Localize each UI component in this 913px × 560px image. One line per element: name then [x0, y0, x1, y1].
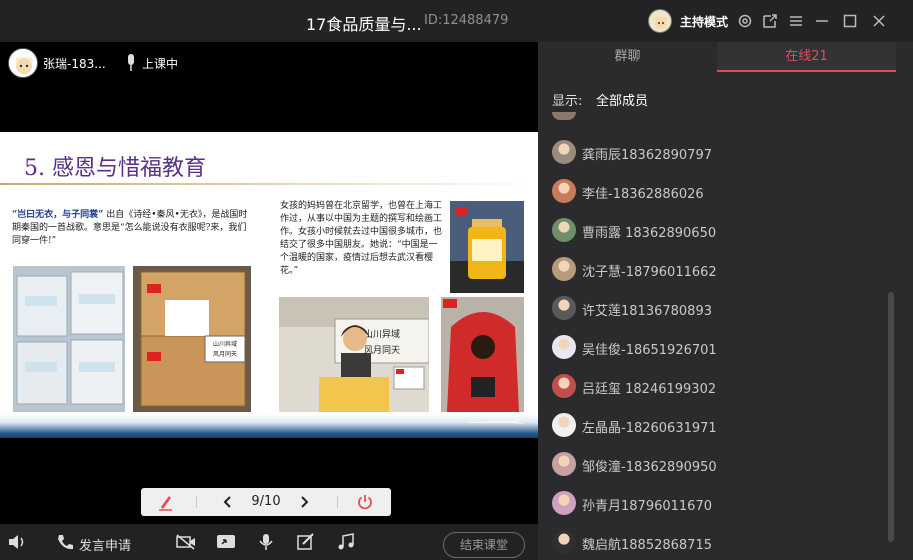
maximize-icon[interactable] — [842, 13, 858, 29]
host-mode-label[interactable]: 主持模式 — [680, 13, 728, 30]
member-list-item[interactable]: 吴佳俊-18651926701 — [552, 335, 872, 361]
music-icon[interactable] — [336, 533, 356, 551]
settings-icon[interactable] — [737, 13, 753, 29]
member-name: 吕廷玺 18246199302 — [582, 382, 717, 397]
member-name: 吴佳俊-18651926701 — [582, 343, 717, 358]
airplane-icon — [468, 418, 524, 424]
menu-icon[interactable] — [788, 13, 804, 29]
class-status: 上课中 — [142, 57, 179, 71]
member-list-item[interactable]: 吕廷玺 18246199302 — [552, 374, 872, 400]
bottom-toolbar: 发言申请 结束课堂 — [0, 524, 538, 560]
member-avatar — [552, 452, 576, 476]
svg-text:山川异域: 山川异域 — [364, 328, 400, 340]
member-avatar — [552, 140, 576, 164]
member-name: 左晶晶-18260631971 — [582, 421, 717, 436]
member-name: 魏启航18852868715 — [582, 538, 712, 553]
previous-page-icon[interactable] — [221, 488, 235, 516]
member-avatar — [552, 335, 576, 359]
member-list-item[interactable]: 孙青月18796011670 — [552, 491, 872, 517]
tab-online[interactable]: 在线21 — [717, 42, 896, 72]
member-list-item[interactable]: 曹雨露 18362890650 — [552, 218, 872, 244]
slide-pager: 9/10 — [141, 488, 391, 516]
member-list-item[interactable]: 邹俊潼-18362890950 — [552, 452, 872, 478]
photo-honey-jar — [450, 201, 524, 293]
microphone-toolbar-icon[interactable] — [256, 533, 276, 551]
member-avatar — [552, 491, 576, 515]
room-id: ID:12488479 — [424, 13, 509, 28]
member-list-item[interactable]: 李佳-18362886026 — [552, 179, 872, 205]
pen-icon[interactable] — [155, 488, 177, 516]
end-class-button[interactable]: 结束课堂 — [443, 532, 525, 558]
member-list-item[interactable]: 龚雨辰18362890797 — [552, 140, 872, 166]
member-name: 孙青月18796011670 — [582, 499, 712, 514]
edit-icon[interactable] — [296, 533, 316, 551]
scrollbar[interactable] — [888, 292, 894, 542]
camera-off-icon[interactable] — [176, 533, 196, 551]
member-list-item[interactable]: 左晶晶-18260631971 — [552, 413, 872, 439]
member-avatar — [552, 179, 576, 203]
screen-share-icon[interactable] — [216, 533, 236, 551]
member-name: 龚雨辰18362890797 — [582, 148, 712, 163]
page-indicator: 9/10 — [251, 494, 281, 509]
slide: 5. 感恩与惜福教育 “岂曰无衣，与子同裳” 出自《诗经•秦风•无衣》，是战国时… — [0, 132, 538, 438]
member-name: 曹雨露 18362890650 — [582, 226, 717, 241]
member-name: 李佳-18362886026 — [582, 187, 704, 202]
photo-supply-boxes — [13, 266, 125, 412]
member-avatar — [552, 218, 576, 242]
member-list-item[interactable]: 沈子慧-18796011662 — [552, 257, 872, 283]
photo-booth: 山川异域 风月同天 — [279, 297, 429, 412]
next-page-icon[interactable] — [297, 488, 311, 516]
member-avatar — [552, 374, 576, 398]
slide-footer-wave — [0, 414, 538, 438]
member-avatar — [552, 413, 576, 437]
filter-label: 显示: — [552, 94, 583, 109]
speaker-icon[interactable] — [7, 533, 27, 551]
svg-text:风月同天: 风月同天 — [213, 351, 237, 358]
presenter-avatar — [8, 48, 38, 78]
svg-text:山川异域: 山川异域 — [213, 340, 237, 348]
power-icon[interactable] — [356, 488, 374, 516]
member-name: 沈子慧-18796011662 — [582, 265, 717, 280]
photo-girl-red — [441, 297, 524, 412]
apply-speak-button[interactable]: 发言申请 — [79, 535, 131, 554]
member-list-item[interactable]: 许艾莲18136780893 — [552, 296, 872, 322]
pager-separator — [337, 496, 338, 508]
pager-separator — [196, 496, 197, 508]
member-avatar — [552, 296, 576, 320]
tab-group-chat[interactable]: 群聊 — [538, 42, 717, 72]
presenter-name: 张瑞-183... — [43, 57, 106, 71]
title-bar: 17食品质量与... ID:12488479 主持模式 — [0, 0, 913, 42]
side-panel: 群聊 在线21 显示: 全部成员 龚雨辰18362890797 李佳-183628… — [538, 42, 913, 560]
member-avatar — [552, 530, 576, 554]
member-list-item[interactable]: 魏启航18852868715 — [552, 530, 872, 556]
title-divider — [0, 183, 538, 185]
slide-title: 5. 感恩与惜福教育 — [24, 156, 206, 181]
close-icon[interactable] — [871, 13, 887, 29]
filter-dropdown[interactable]: 全部成员 — [596, 90, 648, 109]
member-avatar — [552, 257, 576, 281]
slide-paragraph-2: 女孩的妈妈曾在北京留学，也曾在上海工作过，从事以中国为主题的撰写和绘画工作。女孩… — [280, 201, 443, 276]
phone-icon[interactable] — [55, 533, 75, 551]
slide-paragraph-1: “岂曰无衣，与子同裳” 出自《诗经•秦风•无衣》，是战国时期秦国的一首战歌。意思… — [12, 209, 252, 248]
minimize-icon[interactable] — [814, 13, 830, 29]
share-window-icon[interactable] — [762, 13, 778, 29]
photo-donation-box: 山川异域 风月同天 — [133, 266, 251, 412]
microphone-icon — [128, 54, 134, 71]
presentation-stage: 张瑞-183... 上课中 5. 感恩与惜福教育 “岂曰无衣，与子同裳” 出自《… — [0, 42, 538, 524]
member-name: 邹俊潼-18362890950 — [582, 460, 717, 475]
quote-highlight: “岂曰无衣，与子同裳” — [12, 210, 104, 220]
member-name: 许艾莲18136780893 — [582, 304, 712, 319]
host-avatar[interactable] — [648, 9, 672, 33]
window-title: 17食品质量与... — [306, 15, 422, 34]
avatar — [552, 112, 576, 120]
